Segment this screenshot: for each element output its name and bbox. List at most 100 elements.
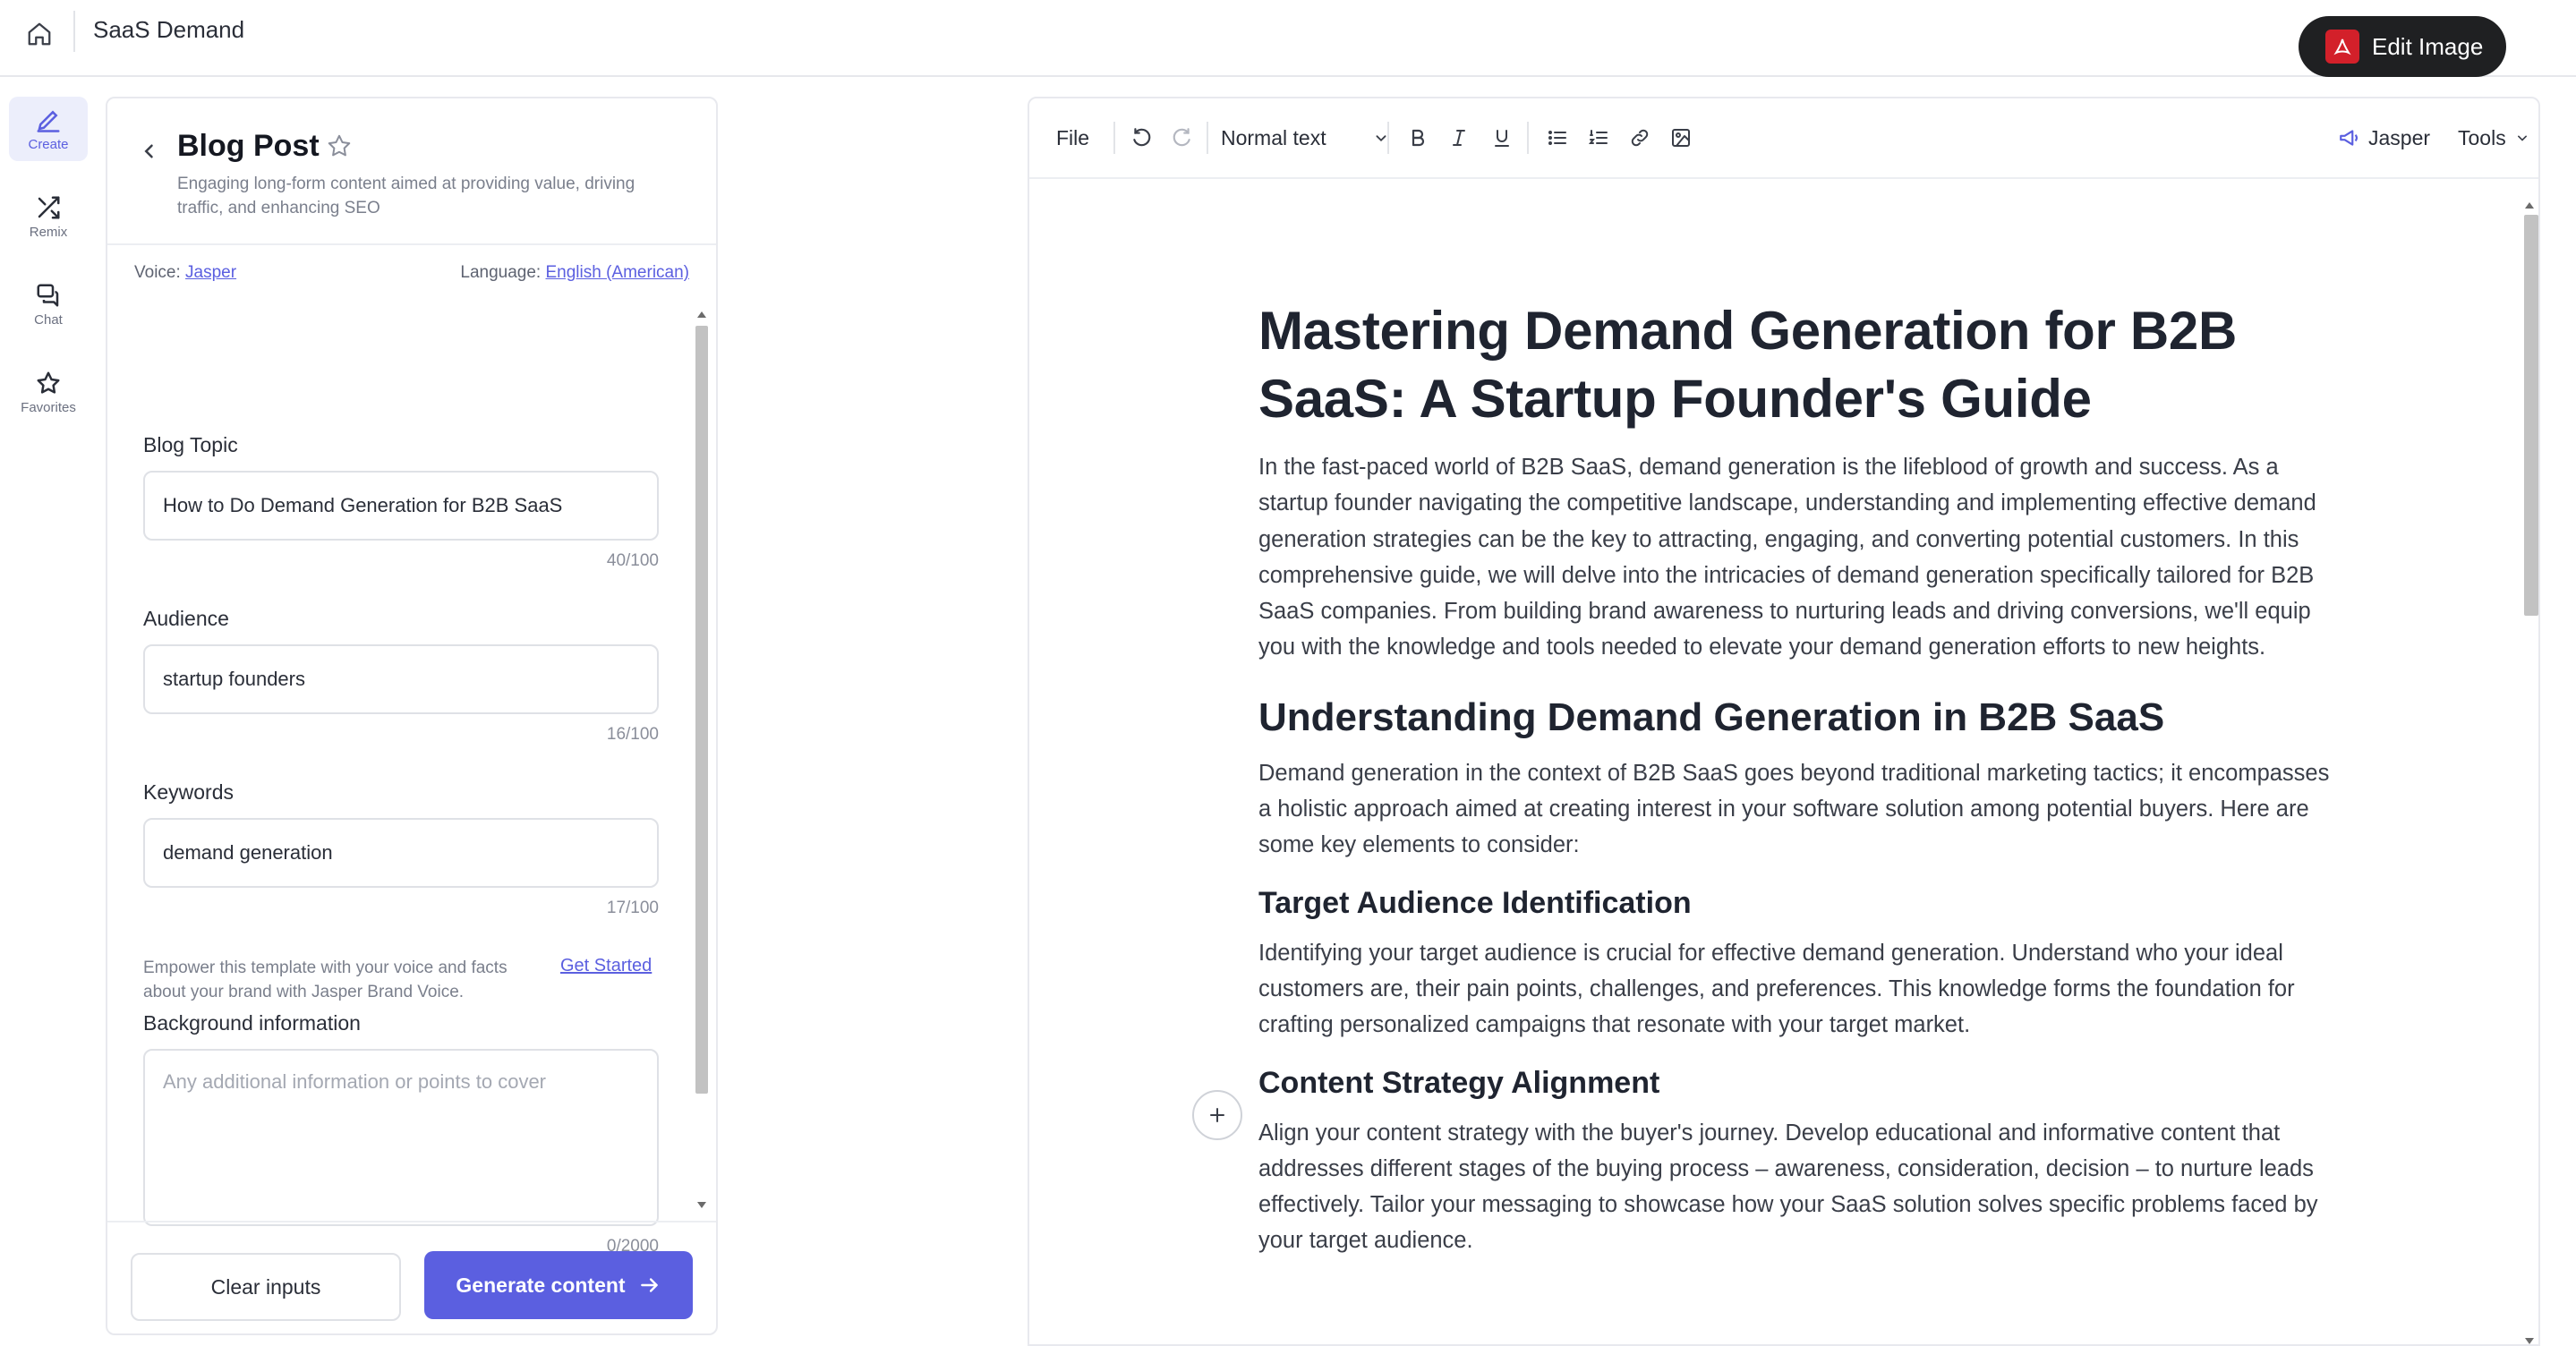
doc-subheading: Content Strategy Alignment bbox=[1258, 1065, 1660, 1100]
rail-label-favorites: Favorites bbox=[21, 399, 76, 415]
rail-item-chat[interactable]: Chat bbox=[9, 272, 88, 336]
plus-icon bbox=[1210, 1108, 1224, 1122]
numbered-list-button[interactable] bbox=[1581, 120, 1616, 156]
scroll-up-arrow[interactable] bbox=[2525, 202, 2534, 209]
blog-topic-count: 40/100 bbox=[606, 551, 659, 570]
editor: File Normal text Jasper Tools Mastering … bbox=[1028, 97, 2540, 1346]
link-icon bbox=[1631, 129, 1649, 147]
back-button[interactable] bbox=[136, 138, 163, 165]
get-started-link[interactable]: Get Started bbox=[560, 956, 652, 976]
underline-icon bbox=[1495, 130, 1509, 147]
panel-scrollbar[interactable] bbox=[693, 308, 711, 1212]
doc-section-heading: Understanding Demand Generation in B2B S… bbox=[1258, 694, 2165, 739]
pdf-icon bbox=[2325, 30, 2359, 64]
image-icon bbox=[1672, 129, 1690, 147]
keywords-input[interactable]: demand generation bbox=[143, 818, 659, 888]
rail-label-chat: Chat bbox=[34, 311, 63, 328]
rail-item-create[interactable]: Create bbox=[9, 97, 88, 161]
italic-button[interactable] bbox=[1441, 120, 1477, 156]
bullet-list-button[interactable] bbox=[1540, 120, 1575, 156]
background-textarea[interactable]: Any additional information or points to … bbox=[143, 1049, 659, 1226]
star-outline-icon bbox=[328, 134, 351, 157]
numbered-list-icon bbox=[1589, 130, 1608, 144]
rail-item-favorites[interactable]: Favorites bbox=[9, 360, 88, 424]
favorite-button[interactable] bbox=[326, 132, 354, 161]
audience-input[interactable]: startup founders bbox=[143, 644, 659, 714]
edit-image-label: Edit Image bbox=[2372, 32, 2484, 60]
left-rail: Create Remix Chat Favorites bbox=[0, 79, 97, 1346]
file-menu[interactable]: File bbox=[1056, 120, 1089, 156]
bullet-list-icon bbox=[1548, 131, 1566, 145]
audience-label: Audience bbox=[143, 607, 229, 630]
voice-link[interactable]: Jasper bbox=[185, 263, 236, 282]
panel-title: Blog Post bbox=[177, 129, 320, 163]
language-link[interactable]: English (American) bbox=[546, 263, 690, 282]
scroll-down-arrow[interactable] bbox=[697, 1202, 706, 1208]
tools-label: Tools bbox=[2458, 125, 2506, 149]
language-group: Language: English (American) bbox=[460, 263, 689, 283]
add-block-button[interactable] bbox=[1192, 1090, 1242, 1140]
undo-icon bbox=[1133, 128, 1151, 147]
insert-image-button[interactable] bbox=[1663, 120, 1699, 156]
doc-subheading: Target Audience Identification bbox=[1258, 885, 1692, 920]
jasper-label: Jasper bbox=[2368, 125, 2431, 149]
clear-inputs-button[interactable]: Clear inputs bbox=[131, 1253, 401, 1321]
panel-footer: Clear inputs Generate content bbox=[107, 1221, 716, 1335]
editor-scroll-thumb[interactable] bbox=[2524, 215, 2538, 616]
toolbar-divider bbox=[1387, 122, 1389, 154]
toolbar-divider bbox=[1113, 122, 1115, 154]
chevron-down-icon bbox=[2517, 135, 2527, 141]
rail-item-remix[interactable]: Remix bbox=[9, 184, 88, 249]
undo-button[interactable] bbox=[1124, 120, 1160, 156]
arrow-right-icon bbox=[640, 1278, 658, 1292]
editor-scrollbar[interactable] bbox=[2521, 199, 2538, 1344]
editor-toolbar: File Normal text Jasper Tools bbox=[1029, 98, 2538, 179]
italic-icon bbox=[1453, 130, 1465, 146]
underline-button[interactable] bbox=[1484, 120, 1520, 156]
bold-button[interactable] bbox=[1400, 120, 1436, 156]
home-icon bbox=[28, 22, 51, 46]
link-button[interactable] bbox=[1622, 120, 1658, 156]
voice-language-row: Voice: Jasper Language: English (America… bbox=[134, 263, 689, 283]
home-button[interactable] bbox=[20, 14, 59, 54]
top-bar: SaaS Demand Edit Image bbox=[0, 0, 2576, 77]
chevron-left-icon bbox=[144, 144, 153, 158]
keywords-count: 17/100 bbox=[606, 899, 659, 917]
chat-icon bbox=[37, 284, 59, 306]
generate-label: Generate content bbox=[456, 1273, 626, 1297]
bold-icon bbox=[1412, 129, 1425, 147]
edit-image-button[interactable]: Edit Image bbox=[2299, 16, 2506, 77]
brand-voice-note: Empower this template with your voice an… bbox=[143, 958, 508, 1001]
language-label: Language: bbox=[460, 263, 542, 282]
pencil-icon bbox=[37, 109, 60, 132]
doc-paragraph: Identifying your target audience is cruc… bbox=[1258, 940, 2295, 1038]
shuffle-icon bbox=[38, 196, 60, 218]
generate-content-button[interactable]: Generate content bbox=[424, 1251, 693, 1319]
text-style-select[interactable]: Normal text bbox=[1221, 120, 1391, 156]
doc-intro-paragraph: In the fast-paced world of B2B SaaS, dem… bbox=[1258, 455, 2316, 660]
blog-topic-input[interactable]: How to Do Demand Generation for B2B SaaS bbox=[143, 471, 659, 541]
star-icon bbox=[37, 371, 60, 394]
doc-section-paragraph: Demand generation in the context of B2B … bbox=[1258, 760, 2330, 858]
document-title: SaaS Demand bbox=[93, 16, 245, 43]
jasper-button[interactable]: Jasper bbox=[2338, 120, 2430, 156]
rail-label-remix: Remix bbox=[29, 224, 68, 240]
doc-paragraph: Align your content strategy with the buy… bbox=[1258, 1120, 2318, 1254]
document-body[interactable]: Mastering Demand Generation for B2B SaaS… bbox=[1258, 297, 2333, 1259]
blog-topic-label: Blog Topic bbox=[143, 433, 238, 456]
form-scroll-area: Blog Topic How to Do Demand Generation f… bbox=[107, 304, 716, 1256]
panel-description: Engaging long-form content aimed at prov… bbox=[177, 175, 635, 217]
scroll-down-arrow[interactable] bbox=[2525, 1338, 2534, 1344]
scroll-up-arrow[interactable] bbox=[697, 311, 706, 318]
panel-scroll-thumb[interactable] bbox=[695, 326, 708, 1094]
template-panel: Blog Post Engaging long-form content aim… bbox=[106, 97, 718, 1335]
toolbar-divider bbox=[1207, 122, 1208, 154]
redo-button[interactable] bbox=[1164, 120, 1199, 156]
header-divider bbox=[73, 11, 75, 52]
panel-header: Blog Post Engaging long-form content aim… bbox=[107, 98, 716, 245]
audience-count: 16/100 bbox=[606, 725, 659, 744]
rail-label-create: Create bbox=[28, 136, 69, 152]
tools-menu[interactable]: Tools bbox=[2458, 120, 2531, 156]
toolbar-divider bbox=[1527, 122, 1529, 154]
doc-title: Mastering Demand Generation for B2B SaaS… bbox=[1258, 301, 2238, 429]
